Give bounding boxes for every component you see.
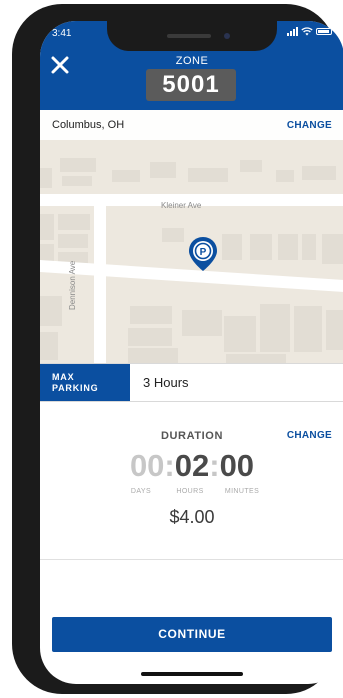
map-street-label-dennison: Dennison Ave [68,260,77,310]
max-parking-label: MAX PARKING [40,364,130,401]
map-street-label-kleiner: Kleiner Ave [161,201,202,210]
status-icons [287,27,332,36]
camera [224,33,230,39]
location-bar: Columbus, OH CHANGE [40,110,343,140]
timer-minutes-label: MINUTES [224,488,260,495]
duration-timer[interactable]: 00:02:00 [40,448,343,484]
notch [107,21,277,51]
timer-colon: : [164,448,175,483]
home-indicator [141,672,243,676]
app-screen: Kleiner Ave Dennison Ave P Columbus, OH … [40,21,343,684]
map-view[interactable]: Kleiner Ave Dennison Ave P [40,110,343,363]
timer-days-label: DAYS [130,488,152,495]
zone-label: ZONE [175,55,209,67]
header: 3:41 ZONE 5001 [40,21,343,110]
zone-number: 5001 [146,69,236,101]
divider [40,559,343,560]
change-location-button[interactable]: CHANGE [287,120,332,131]
location-city: Columbus, OH [52,119,125,131]
wifi-icon [301,27,313,36]
timer-minutes: 00 [219,448,255,483]
battery-icon [316,28,332,35]
phone-frame: Kleiner Ave Dennison Ave P Columbus, OH … [12,4,343,694]
timer-colon: : [209,448,220,483]
price: $4.00 [169,507,215,527]
max-parking-value: 3 Hours [143,375,189,390]
signal-icon [287,27,298,36]
svg-text:P: P [200,247,207,258]
timer-days: 00 [129,448,165,483]
continue-button[interactable]: CONTINUE [52,617,332,652]
max-parking-label-line1: MAX [52,372,75,382]
timer-hours: 02 [174,448,210,483]
parking-pin-icon[interactable]: P [188,236,218,272]
change-duration-button[interactable]: CHANGE [287,430,332,441]
max-parking-row: MAX PARKING 3 Hours [40,363,343,402]
timer-hours-label: HOURS [176,488,204,495]
speaker [167,34,211,38]
max-parking-label-line2: PARKING [52,383,99,393]
status-time: 3:41 [52,28,72,39]
